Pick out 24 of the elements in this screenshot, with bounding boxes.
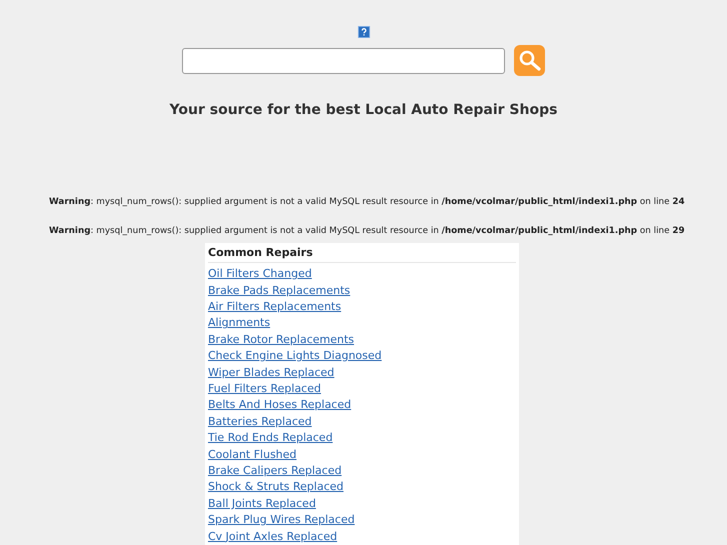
search-field[interactable] [182, 48, 505, 74]
repair-link[interactable]: Belts And Hoses Replaced [208, 397, 352, 414]
warning-message: Warning: mysql_num_rows(): supplied argument is not a valid MySQL result resource in /home/vcolmar/public_html/indexi1.php on line 29 [49, 225, 686, 238]
repair-link[interactable]: Tie Rod Ends Replaced [208, 430, 333, 447]
repair-link[interactable]: Cv Joint Axles Replaced [208, 528, 338, 545]
search-button[interactable] [514, 45, 545, 76]
repair-link[interactable]: Check Engine Lights Diagnosed [208, 348, 382, 365]
panel-title: Common Repairs [208, 243, 516, 264]
tagline: Your source for the best Local Auto Repair Shops [170, 102, 558, 118]
repair-link[interactable]: Batteries Replaced [208, 414, 312, 430]
repair-link[interactable]: Wiper Blades Replaced [208, 364, 334, 381]
warning-message: Warning: mysql_num_rows(): supplied argument is not a valid MySQL result resource in /home/vcolmar/public_html/indexi1.php on line 24 [49, 196, 686, 208]
repair-link[interactable]: Ball Joints Replaced [208, 496, 316, 512]
repair-link[interactable]: Alignments [208, 315, 270, 332]
repair-link[interactable]: Shock & Struts Replaced [208, 479, 344, 496]
repair-link[interactable]: Coolant Flushed [208, 446, 297, 463]
repair-link[interactable]: Air Filters Replacements [208, 298, 342, 316]
repair-link[interactable]: Spark Plug Wires Replaced [208, 512, 355, 529]
repair-link[interactable]: Brake Rotor Replacements [208, 332, 354, 348]
help-icon [356, 26, 370, 38]
repair-link[interactable]: Fuel Filters Replaced [208, 380, 321, 398]
repair-link[interactable]: Brake Calipers Replaced [208, 462, 342, 480]
repair-link[interactable]: Brake Pads Replacements [208, 282, 350, 299]
repair-link[interactable]: Oil Filters Changed [208, 266, 312, 282]
